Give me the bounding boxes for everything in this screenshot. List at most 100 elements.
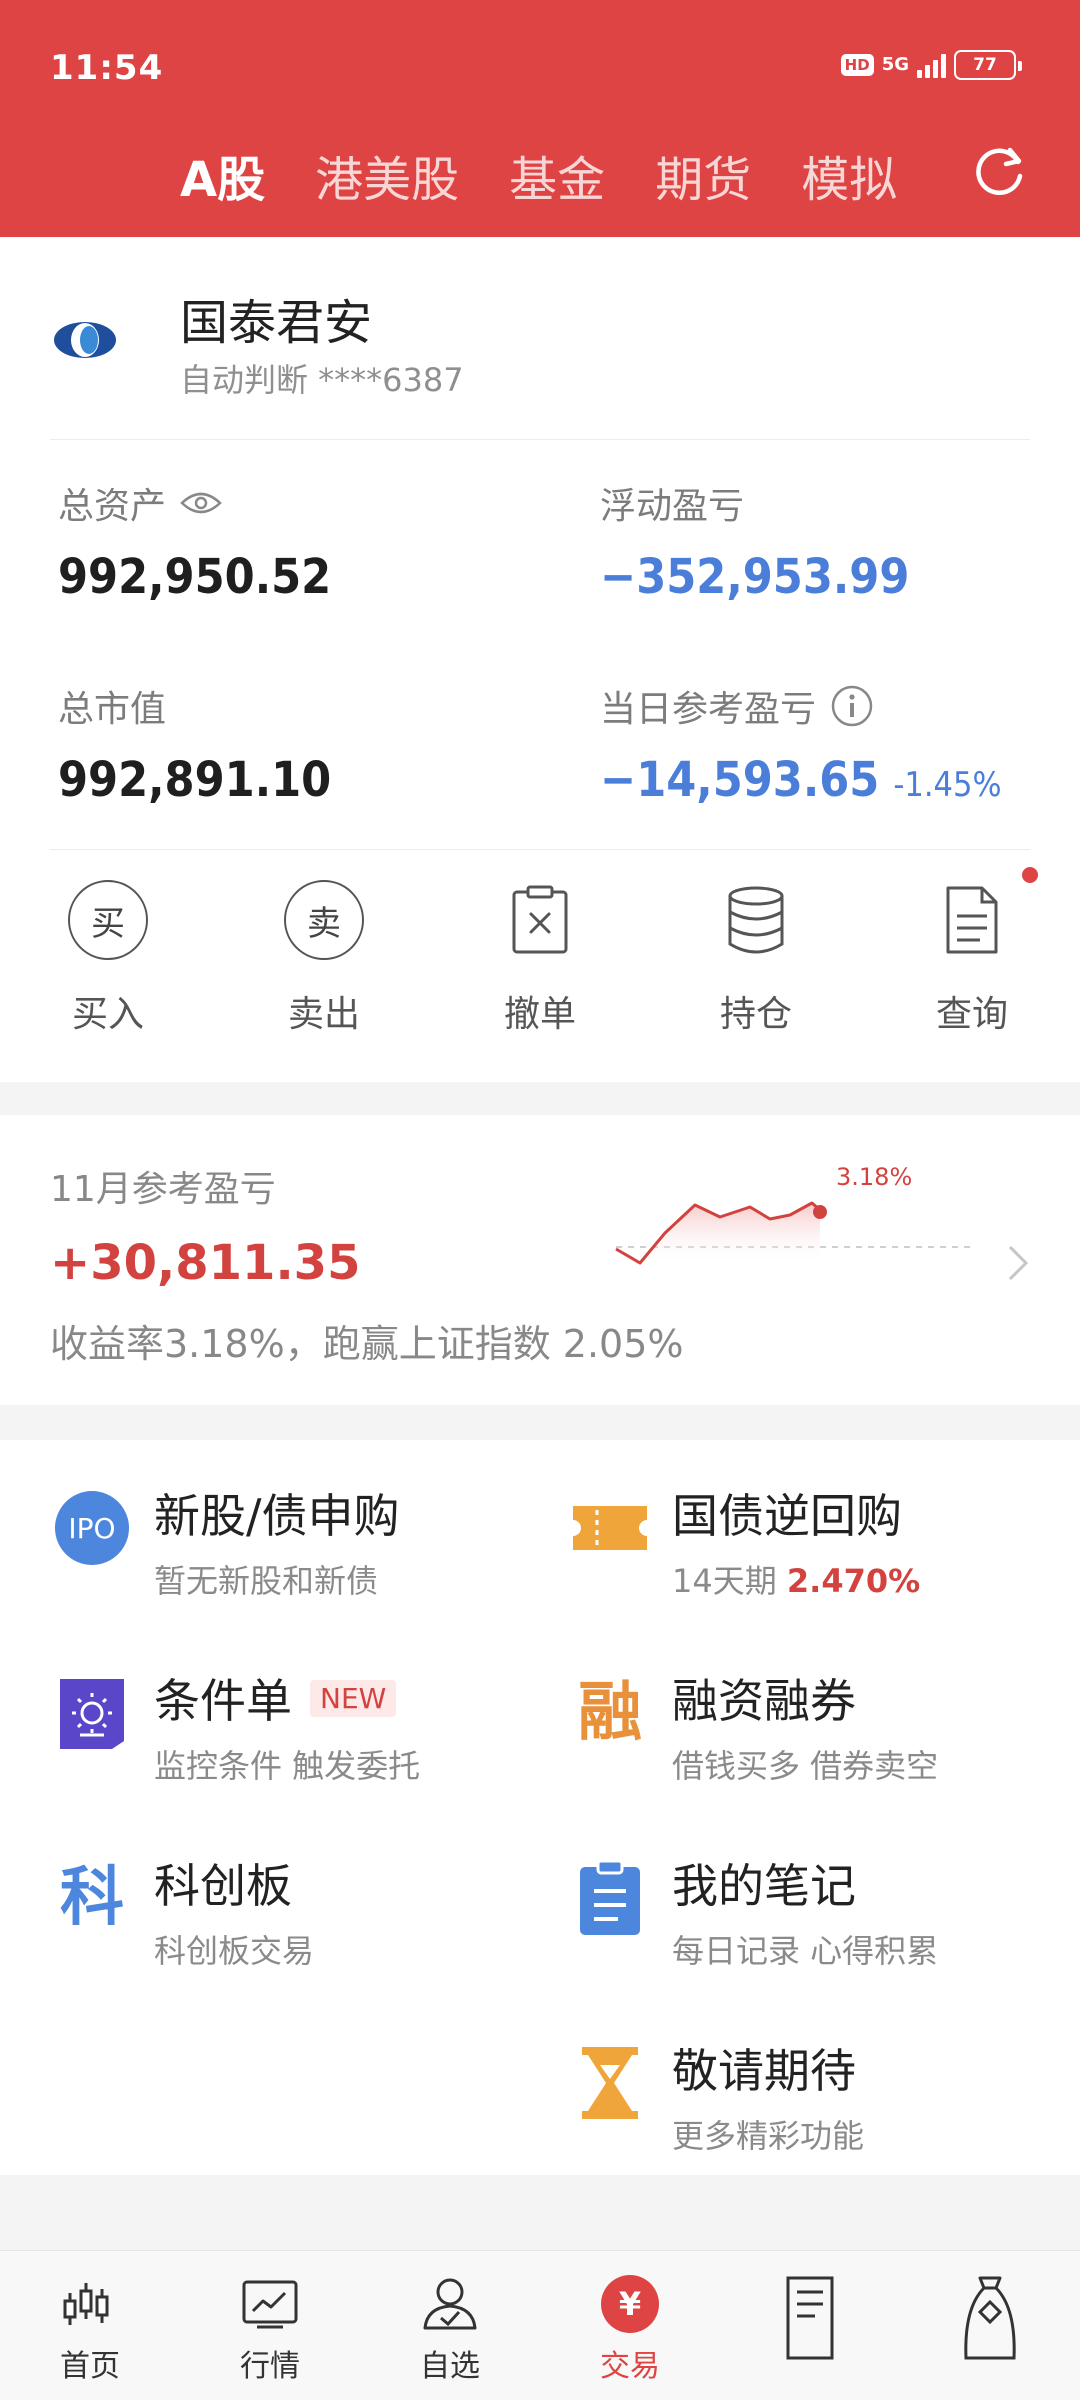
refresh-icon[interactable]	[972, 142, 1028, 198]
ipo-subscription-item[interactable]: IPO 新股/债申购 暂无新股和新债	[52, 1480, 400, 1602]
my-notes-item[interactable]: 我的笔记 每日记录 心得积累	[570, 1850, 938, 1972]
eye-icon[interactable]	[180, 489, 222, 517]
status-indicators: HD 5G 77	[840, 50, 1022, 80]
tab-futures[interactable]: 期货	[655, 140, 751, 210]
margin-trading-item[interactable]: 融 融资融券 借钱买多 借券卖空	[570, 1665, 938, 1787]
daily-pl-label: 当日参考盈亏	[600, 680, 874, 732]
my-notes-subtitle: 每日记录 心得积累	[672, 1932, 939, 1970]
daily-pl-label-text: 当日参考盈亏	[600, 689, 817, 730]
buy-icon: 买	[68, 880, 148, 960]
cancel-order-icon	[512, 885, 568, 954]
margin-trading-title: 融资融券	[672, 1674, 856, 1728]
app-header: 11:54 HD 5G 77 A股 港美股 基金 期货 模拟	[0, 0, 1080, 237]
reverse-repo-subtitle: 14天期 2.470%	[672, 1556, 920, 1602]
daily-pl-value: −14,593.65 -1.45%	[600, 752, 1002, 808]
positions-label: 持仓	[719, 994, 792, 1035]
trade-actions: 买 买入 卖 卖出 撤单 持仓 查询	[0, 867, 1080, 1037]
nav-home[interactable]: 首页	[0, 2251, 180, 2400]
positions-icon	[728, 886, 784, 954]
chevron-right-icon	[1008, 1245, 1029, 1281]
hourglass-icon	[582, 2047, 638, 2119]
reverse-repo-rate: 2.470%	[786, 1562, 921, 1600]
broker-name[interactable]: 国泰君安	[180, 283, 372, 353]
divider	[50, 439, 1030, 440]
nav-home-label: 首页	[60, 2349, 120, 2384]
signal-icon	[917, 52, 946, 78]
market-value-value: 992,891.10	[58, 752, 332, 808]
nav-documents[interactable]	[720, 2251, 900, 2400]
divider	[50, 849, 1030, 850]
buy-button[interactable]: 买 买入	[0, 877, 216, 1037]
services-grid: IPO 新股/债申购 暂无新股和新债 国债逆回购 14天期 2.470% 条件单…	[0, 1440, 1080, 2175]
total-assets-label-text: 总资产	[58, 486, 167, 527]
market-tabs: A股 港美股 基金 期货 模拟	[180, 140, 947, 210]
floating-pl-value: −352,953.99	[600, 549, 910, 605]
query-icon	[946, 886, 998, 954]
broker-logo	[54, 322, 116, 358]
market-chart-icon	[242, 2280, 298, 2329]
cancel-order-button[interactable]: 撤单	[432, 877, 648, 1037]
nav-trade-label: 交易	[600, 2349, 660, 2384]
battery-icon: 77	[954, 50, 1022, 80]
nav-wealth[interactable]	[900, 2251, 1080, 2400]
tab-a-shares[interactable]: A股	[180, 140, 265, 210]
moneybag-icon	[964, 2276, 1016, 2360]
reverse-repo-item[interactable]: 国债逆回购 14天期 2.470%	[570, 1480, 920, 1602]
nav-watchlist[interactable]: 自选	[360, 2251, 540, 2400]
nav-market[interactable]: 行情	[180, 2251, 360, 2400]
status-time: 11:54	[50, 48, 164, 88]
total-assets-label: 总资产	[58, 477, 222, 529]
sell-label: 卖出	[287, 994, 360, 1035]
hd-badge: HD	[840, 54, 874, 76]
buy-label: 买入	[71, 994, 144, 1035]
nav-trade[interactable]: ¥ 交易	[540, 2251, 720, 2400]
conditional-order-title-text: 条件单	[154, 1674, 292, 1728]
query-button[interactable]: 查询	[864, 867, 1080, 1037]
cancel-order-label: 撤单	[503, 994, 576, 1035]
nav-watchlist-label: 自选	[420, 2349, 480, 2384]
reverse-repo-term: 14天期	[672, 1562, 777, 1600]
sell-icon: 卖	[284, 880, 364, 960]
daily-pl-amount: −14,593.65	[600, 752, 880, 808]
margin-trading-subtitle: 借钱买多 借券卖空	[672, 1747, 939, 1785]
ipo-icon: IPO	[55, 1491, 129, 1565]
trade-yuan-icon: ¥	[601, 2275, 659, 2333]
star-market-subtitle: 科创板交易	[154, 1932, 315, 1970]
positions-button[interactable]: 持仓	[648, 877, 864, 1037]
coming-soon-title: 敬请期待	[672, 2044, 856, 2098]
coming-soon-item[interactable]: 敬请期待 更多精彩功能	[570, 2035, 864, 2157]
market-value-label-text: 总市值	[58, 689, 167, 730]
sell-button[interactable]: 卖 卖出	[216, 877, 432, 1037]
home-candles-icon	[63, 2283, 109, 2325]
tab-funds[interactable]: 基金	[509, 140, 605, 210]
star-market-item[interactable]: 科 科创板 科创板交易	[52, 1850, 314, 1972]
monthly-pl-value: +30,811.35	[50, 1235, 361, 1291]
market-value-label: 总市值	[58, 680, 166, 732]
daily-pl-percent: -1.45%	[893, 765, 1002, 805]
info-icon[interactable]	[830, 684, 874, 728]
tab-hk-us[interactable]: 港美股	[315, 140, 459, 210]
nav-market-label: 行情	[240, 2349, 300, 2384]
conditional-order-item[interactable]: 条件单 NEW 监控条件 触发委托	[52, 1665, 420, 1787]
network-type: 5G	[881, 54, 909, 75]
star-market-title: 科创板	[154, 1859, 292, 1913]
conditional-order-subtitle: 监控条件 触发委托	[154, 1747, 421, 1785]
bottom-navigation: 首页 行情 自选 ¥ 交易	[0, 2250, 1080, 2400]
floating-pl-label-text: 浮动盈亏	[600, 486, 745, 527]
total-assets-value: 992,950.52	[58, 549, 332, 605]
coming-soon-subtitle: 更多精彩功能	[672, 2117, 865, 2155]
monthly-sparkline: 3.18%	[615, 1163, 970, 1265]
svg-text:IPO: IPO	[68, 1512, 115, 1545]
account-number: 自动判断 ****6387	[180, 361, 464, 399]
sparkline-percent: 3.18%	[836, 1163, 912, 1191]
clipboard-icon	[580, 1859, 640, 1935]
my-notes-title: 我的笔记	[672, 1859, 856, 1913]
account-card: 国泰君安 自动判断 ****6387 总资产 992,950.52 浮动盈亏 −…	[0, 237, 1080, 1082]
watchlist-user-icon	[423, 2278, 477, 2330]
monthly-pl-card[interactable]: 11月参考盈亏 +30,811.35 收益率3.18%，跑赢上证指数 2.05%…	[0, 1115, 1080, 1405]
document-icon	[786, 2276, 834, 2360]
monthly-pl-description: 收益率3.18%，跑赢上证指数 2.05%	[50, 1322, 684, 1366]
margin-icon: 融	[578, 1676, 642, 1750]
tab-simulation[interactable]: 模拟	[801, 140, 897, 210]
monthly-pl-label: 11月参考盈亏	[50, 1169, 276, 1210]
